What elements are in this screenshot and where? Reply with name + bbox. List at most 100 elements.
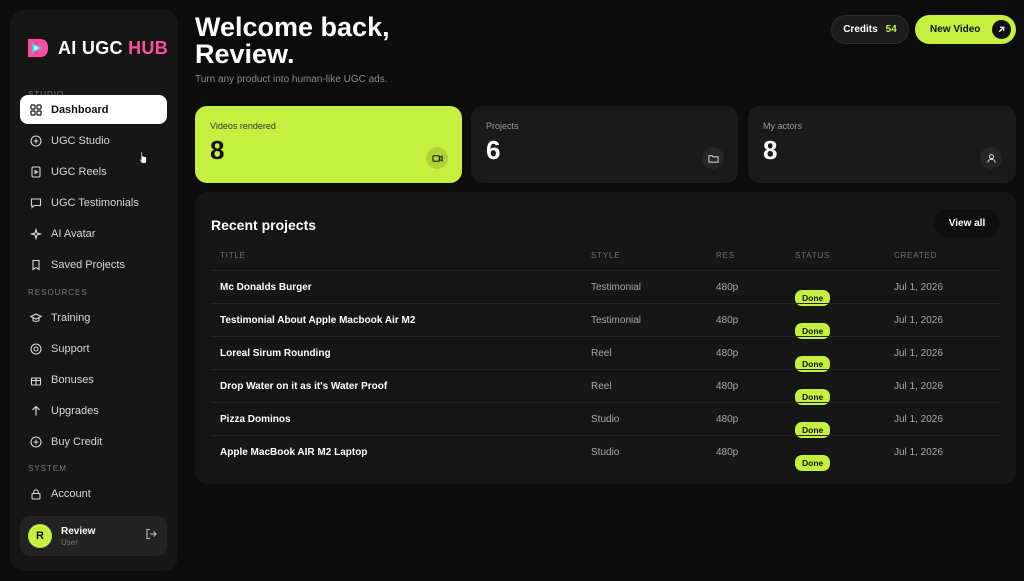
sidebar-item-support[interactable]: Support [20,334,167,363]
column-header-status[interactable]: STATUS [795,251,830,260]
support-icon [30,342,42,355]
stat-label: Projects [486,121,519,131]
cell-title: Pizza Dominos [220,414,291,425]
stat-value: 6 [486,135,501,165]
user-role: User [61,537,78,547]
welcome-line-2: Review. [195,39,295,69]
sidebar-item-training[interactable]: Training [20,303,167,332]
cell-created: Jul 1, 2026 [894,315,943,326]
cell-created: Jul 1, 2026 [894,447,943,458]
graduation-cap-icon [30,312,42,322]
sidebar-item-label: Saved Projects [51,258,125,271]
plus-circle-icon [30,134,42,147]
stat-value: 8 [210,135,225,165]
user-icon [980,147,1002,169]
stat-value: 8 [763,135,778,165]
logout-icon [146,528,157,540]
cell-created: Jul 1, 2026 [894,381,943,392]
table-row[interactable]: Loreal Sirum Rounding Reel 480p Done Jul… [211,336,1000,372]
column-header-style[interactable]: STYLE [591,251,620,260]
cell-title: Loreal Sirum Rounding [220,348,331,359]
column-header-res[interactable]: RES [716,251,735,260]
cell-res: 480p [716,282,739,293]
plus-circle-icon [30,435,42,448]
stat-card-my-actors[interactable]: My actors 8 [748,106,1016,183]
sidebar-item-bonuses[interactable]: Bonuses [20,365,167,394]
credits-label: Credits [843,24,878,35]
mouse-cursor-icon [138,151,147,164]
sidebar-item-label: Support [51,342,90,355]
table-row[interactable]: Pizza Dominos Studio 480p Done Jul 1, 20… [211,402,1000,438]
sidebar-item-saved-projects[interactable]: Saved Projects [20,250,167,279]
column-header-created[interactable]: CREATED [894,251,937,260]
cell-res: 480p [716,315,739,326]
table-row[interactable]: Testimonial About Apple Macbook Air M2 T… [211,303,1000,339]
cell-style: Reel [591,381,612,392]
reel-icon [31,165,41,178]
sidebar-item-label: Dashboard [51,103,109,116]
sidebar-item-dashboard[interactable]: Dashboard [20,95,167,124]
cell-title: Mc Donalds Burger [220,282,312,293]
bookmark-icon [32,259,40,271]
cell-res: 480p [716,447,739,458]
cell-title: Testimonial About Apple Macbook Air M2 [220,315,416,326]
welcome-line-1: Welcome back, [195,12,390,42]
cell-style: Studio [591,414,620,425]
sidebar-item-ugc-testimonials[interactable]: UGC Testimonials [20,188,167,217]
sidebar-item-upgrades[interactable]: Upgrades [20,396,167,425]
status-badge: Done [795,455,831,471]
gift-icon [30,376,42,386]
credits-value: 54 [885,24,897,35]
stat-label: Videos rendered [210,121,276,131]
sidebar-item-ai-avatar[interactable]: AI Avatar [20,219,167,248]
avatar: R [28,524,52,548]
new-video-label: New Video [930,24,981,35]
sidebar-item-label: Account [51,487,91,500]
cell-res: 480p [716,414,739,425]
sidebar-item-label: Buy Credit [51,435,103,448]
lock-icon [31,488,41,500]
sidebar-item-label: Bonuses [51,373,94,386]
cell-created: Jul 1, 2026 [894,282,943,293]
sidebar-item-label: AI Avatar [51,227,96,240]
stat-label: My actors [763,121,803,131]
new-video-button[interactable]: New Video [915,15,1016,44]
sparkle-icon [30,227,42,240]
section-label-system: SYSTEM [28,464,67,473]
cell-res: 480p [716,381,739,392]
grid-icon [30,103,42,116]
column-header-title[interactable]: TITLE [220,251,246,260]
logo-text-suffix: HUB [128,37,169,58]
page-subtitle: Turn any product into human-like UGC ads… [195,74,388,85]
table-row[interactable]: Drop Water on it as it's Water Proof Ree… [211,369,1000,405]
sidebar-item-label: UGC Reels [51,165,107,178]
stat-card-projects[interactable]: Projects 6 [471,106,738,183]
cell-title: Drop Water on it as it's Water Proof [220,381,388,392]
arrow-up-icon [32,405,40,415]
cell-style: Testimonial [591,282,642,293]
recent-projects-panel: Recent projects View all TITLE STYLE RES… [195,192,1016,484]
chat-icon [30,197,42,209]
stat-card-videos-rendered[interactable]: Videos rendered 8 [195,106,462,183]
logo-icon [28,39,48,57]
view-all-button[interactable]: View all [934,209,1000,237]
app-logo[interactable]: AI UGC HUB [26,36,168,60]
sidebar-item-buy-credit[interactable]: Buy Credit [20,427,167,456]
table-row[interactable]: Apple MacBook AIR M2 Laptop Studio 480p … [211,435,1000,471]
logout-button[interactable] [145,527,157,545]
user-card[interactable]: R Review User [20,516,167,556]
cell-res: 480p [716,348,739,359]
cell-style: Reel [591,348,612,359]
video-icon [426,147,448,169]
user-name: Review [61,525,96,537]
section-label-resources: RESOURCES [28,288,88,297]
credits-badge[interactable]: Credits 54 [831,15,909,44]
table-row[interactable]: Mc Donalds Burger Testimonial 480p Done … [211,270,1000,306]
cell-title: Apple MacBook AIR M2 Laptop [220,447,368,458]
folder-icon [702,147,724,169]
sidebar-item-label: Training [51,311,91,324]
sidebar-item-account[interactable]: Account [20,479,167,508]
sidebar-item-label: UGC Studio [51,134,110,147]
recent-projects-title: Recent projects [211,217,317,233]
cell-style: Studio [591,447,620,458]
